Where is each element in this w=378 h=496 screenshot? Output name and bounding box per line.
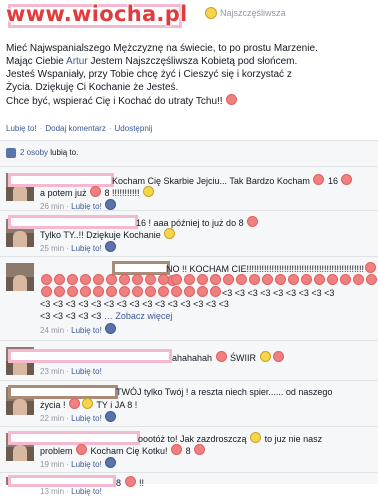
comment-text: ahahahah [172, 353, 215, 363]
comment-item: NO !! KOCHAM CIE!!!!!!!!!!!!!!!!!!!!!!!!… [0, 256, 378, 341]
comment-meta: 24 min · Lubię to! [40, 323, 117, 335]
like-thumb-icon [6, 148, 16, 158]
heart-icon [313, 174, 325, 185]
add-comment-button[interactable]: Dodaj komentarz [45, 124, 105, 133]
comment-meta: 23 min · Lubię to! [40, 367, 102, 376]
heart-icon [272, 351, 284, 362]
post-line: Mieć Najwspanialszego Mężczyznę na świec… [6, 43, 318, 54]
redacted-name-bar [8, 349, 172, 363]
comment-like-link[interactable]: Lubię to! [71, 326, 102, 335]
heart-icon [171, 444, 183, 455]
like-reaction-icon [105, 199, 117, 210]
post-actions: Lubię to! · Dodaj komentarz · Udostępnij [6, 124, 153, 133]
tagged-name-link[interactable]: Artur [66, 56, 88, 67]
avatar[interactable] [6, 263, 34, 291]
redacted-name-bar [112, 261, 170, 275]
comment-text: Kocham Cię Skarbie Jejciu... Tak Bardzo … [112, 176, 313, 186]
heart-icon [341, 174, 353, 185]
comment-like-link[interactable]: Lubię to! [71, 367, 102, 376]
comment-like-link[interactable]: Lubię to! [71, 414, 102, 423]
comment-meta: 25 min · Lubię to! [40, 241, 117, 253]
post-line: Jesteś Wspaniały, przy Tobie chcę żyć i … [6, 69, 292, 80]
comment-item: 16 ! aaa później to już do 8 Tylko TY..!… [0, 210, 378, 257]
post-author[interactable]: Najszczęśliwsza [205, 7, 286, 19]
comment-item: ahahahah ŚWIIR 23 min · Lubię to! [0, 340, 378, 381]
post-line: Mając Ciebie Artur Jestem Najszczęśliwsz… [6, 56, 298, 67]
comment-text: NO !! KOCHAM CIE!!!!!!!!!!!!!!!!!!!!!!!!… [166, 264, 365, 274]
comment-meta: 22 min · Lubię to! [40, 411, 117, 423]
author-name[interactable]: Najszczęśliwsza [220, 8, 286, 18]
redacted-name-bar [8, 385, 118, 399]
comment-item: 8 !! 13 min · Lubię to! [0, 472, 378, 496]
heart-icon [247, 216, 259, 227]
likes-count-link[interactable]: 2 osoby [20, 148, 48, 157]
comment-meta: 19 min · Lubię to! [40, 457, 117, 469]
feeling-emoji-icon [205, 7, 217, 19]
like-reaction-icon [105, 411, 117, 422]
comments-list: Kocham Cię Skarbie Jejciu... Tak Bardzo … [0, 166, 378, 496]
post-body: Mieć Najwspanialszego Mężczyznę na świec… [6, 42, 371, 108]
heart-icon [226, 94, 238, 105]
heart-icon [194, 444, 206, 455]
comment-like-link[interactable]: Lubię to! [71, 244, 102, 253]
heart-icon [76, 444, 88, 455]
heart-icon [124, 476, 136, 487]
comment-item: Kocham Cię Skarbie Jejciu... Tak Bardzo … [0, 166, 378, 211]
comment-like-link[interactable]: Lubię to! [71, 460, 102, 469]
post-line: Chce być, wspierać Cię i Kochać do utrat… [6, 94, 371, 108]
like-reaction-icon [105, 457, 117, 468]
likes-suffix: lubią to. [50, 148, 79, 157]
comment-text: 8 [116, 478, 124, 488]
redacted-name-bar [8, 215, 138, 229]
heart-icon [90, 186, 102, 197]
comment-text: oootóż to! Jak zazdroszczą [138, 434, 250, 444]
smile-emoji-icon [143, 186, 155, 197]
comment-like-link[interactable]: Lubię to! [71, 487, 102, 496]
heart-icon [365, 262, 377, 273]
like-button[interactable]: Lubię to! [6, 124, 37, 133]
heart-icon [215, 351, 227, 362]
redacted-name-bar [8, 431, 140, 445]
comment-meta: 13 min · Lubię to! [40, 487, 102, 496]
likes-bar: 2 osoby lubią to. [0, 140, 378, 167]
redacted-name-bar [8, 475, 116, 487]
comment-item: TWÓJ tylko Twój ! a reszta niech spier..… [0, 380, 378, 427]
see-more-link[interactable]: … Zobacz więcej [104, 311, 173, 321]
smile-emoji-icon [164, 228, 176, 239]
smile-emoji-icon [259, 351, 271, 362]
share-button[interactable]: Udostępnij [115, 124, 153, 133]
heart-icon [69, 398, 81, 409]
comment-item: oootóż to! Jak zazdroszczą to juz nie na… [0, 426, 378, 473]
smile-emoji-icon [82, 398, 94, 409]
post-line: Życia. Dziękuję Ci Kochanie że Jesteś. [6, 82, 179, 93]
smile-emoji-icon [250, 432, 262, 443]
like-reaction-icon [105, 323, 117, 334]
top-bar: www.wiocha.pl Najszczęśliwsza [0, 0, 378, 38]
redacted-name-bar [8, 173, 114, 187]
like-reaction-icon [105, 241, 117, 252]
watermark-logo: www.wiocha.pl [6, 2, 188, 26]
comment-text: TWÓJ tylko Twój ! a reszta niech spier..… [116, 387, 333, 397]
comment-text: 16 ! aaa później to już do 8 [136, 218, 247, 228]
